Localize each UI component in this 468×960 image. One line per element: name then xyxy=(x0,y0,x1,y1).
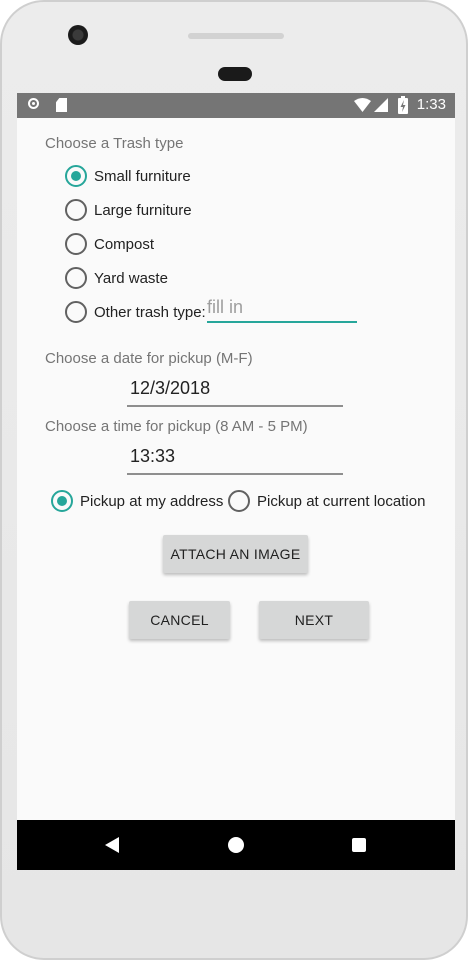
navigation-bar xyxy=(17,820,455,870)
radio-label: Pickup at current location xyxy=(257,492,426,510)
radio-button[interactable] xyxy=(65,267,87,289)
cancel-button[interactable]: CANCEL xyxy=(129,601,230,639)
sd-card-icon xyxy=(56,98,67,112)
trash-type-label: Choose a Trash type xyxy=(45,135,184,152)
signal-icon xyxy=(374,98,388,112)
front-camera xyxy=(68,25,88,45)
time-field[interactable] xyxy=(127,439,343,475)
sync-icon xyxy=(28,98,39,109)
attach-image-button[interactable]: ATTACH AN IMAGE xyxy=(163,535,308,573)
radio-button[interactable] xyxy=(65,301,87,323)
radio-pickup-my-address[interactable]: Pickup at my address xyxy=(51,490,223,512)
radio-label: Large furniture xyxy=(94,201,192,219)
radio-button[interactable] xyxy=(228,490,250,512)
next-button[interactable]: NEXT xyxy=(259,601,369,639)
date-input[interactable] xyxy=(127,371,343,405)
radio-label: Other trash type: xyxy=(94,303,206,321)
status-bar: 1:33 xyxy=(17,93,455,118)
radio-yard-waste[interactable]: Yard waste xyxy=(65,267,168,289)
radio-compost[interactable]: Compost xyxy=(65,233,154,255)
screen: 1:33 Choose a Trash type Small furniture… xyxy=(17,93,455,870)
radio-other-trash-type[interactable]: Other trash type: xyxy=(65,301,206,323)
time-input[interactable] xyxy=(127,439,343,473)
radio-button[interactable] xyxy=(65,199,87,221)
other-trash-type-input[interactable] xyxy=(207,293,357,321)
recent-apps-icon[interactable] xyxy=(352,838,366,852)
earpiece-speaker xyxy=(188,33,284,39)
proximity-sensor xyxy=(218,67,252,81)
time-label: Choose a time for pickup (8 AM - 5 PM) xyxy=(45,418,308,435)
wifi-icon xyxy=(354,98,371,112)
trash-pickup-form: Choose a Trash type Small furniture Larg… xyxy=(17,118,455,820)
radio-large-furniture[interactable]: Large furniture xyxy=(65,199,192,221)
radio-label: Yard waste xyxy=(94,269,168,287)
radio-button[interactable] xyxy=(65,233,87,255)
clock: 1:33 xyxy=(416,96,446,113)
home-icon[interactable] xyxy=(228,837,244,853)
date-label: Choose a date for pickup (M-F) xyxy=(45,350,253,367)
radio-label: Compost xyxy=(94,235,155,253)
phone-frame: 1:33 Choose a Trash type Small furniture… xyxy=(0,0,468,960)
radio-button[interactable] xyxy=(65,165,87,187)
other-trash-type-field[interactable] xyxy=(207,293,357,323)
radio-small-furniture[interactable]: Small furniture xyxy=(65,165,191,187)
radio-label: Pickup at my address xyxy=(80,492,224,510)
radio-label: Small furniture xyxy=(94,167,191,185)
date-field[interactable] xyxy=(127,371,343,407)
back-icon[interactable] xyxy=(105,837,119,853)
radio-button[interactable] xyxy=(51,490,73,512)
radio-pickup-current-location[interactable]: Pickup at current location xyxy=(228,490,425,512)
battery-charging-icon xyxy=(398,96,408,114)
